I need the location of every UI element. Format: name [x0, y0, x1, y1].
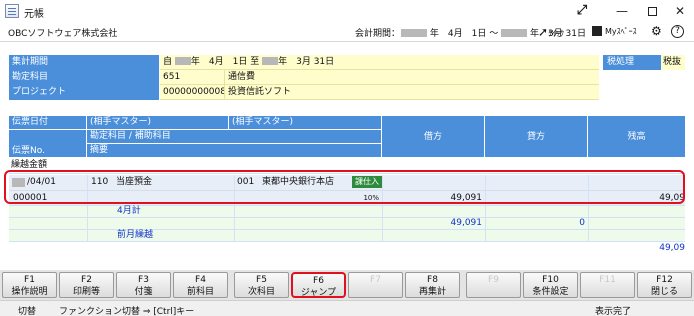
f9-button[interactable]: F9: [466, 272, 521, 298]
aggregation-period-label: 集計期間: [9, 55, 160, 70]
account-label: 勘定科目: [9, 70, 160, 85]
selected-row-highlight: [4, 170, 685, 204]
month-total-debit: 49,091: [450, 218, 483, 228]
row-divider: [9, 241, 685, 242]
myspace-label: Myｽﾍﾟｰｽ: [605, 27, 637, 36]
close-button[interactable]: ✕: [660, 0, 694, 22]
f3-sticky-button[interactable]: F3 付箋: [116, 272, 171, 298]
aggregation-period-value: 自 年 4月 1日 至 年 3月 31日: [160, 55, 599, 70]
quick-label: ｸｲｯｸ: [548, 29, 565, 38]
row-divider: [9, 229, 685, 230]
function-switch-hint: ファンクション切替 ⇒ [Ctrl]キー: [59, 307, 195, 316]
col-header-balance: 残高: [588, 116, 685, 158]
aggregation-from: 年 4月 1日: [190, 57, 248, 67]
f5-next-account-button[interactable]: F5 次科目: [234, 272, 289, 298]
col-header-account-sub: 勘定科目 / 補助科目: [87, 130, 382, 144]
col-header-summary: 摘要: [87, 144, 382, 158]
f10-conditions-button[interactable]: F10 条件設定: [523, 272, 578, 298]
f1-help-button[interactable]: F1 操作説明: [2, 272, 57, 298]
quick-arrow-icon: ➚: [538, 25, 549, 39]
project-row: プロジェクト 00000000008 投資信託ソフト: [9, 85, 685, 100]
quick-button[interactable]: ➚ｸｲｯｸ: [538, 25, 564, 39]
status-bar: 切替 ファンクション切替 ⇒ [Ctrl]キー 表示完了: [0, 300, 694, 316]
f8-recalc-button[interactable]: F8 再集計: [405, 272, 460, 298]
f11-button[interactable]: F11: [580, 272, 635, 298]
ledger-app-icon: [5, 4, 19, 18]
function-switch-button[interactable]: 切替: [18, 304, 36, 316]
col-divider: [87, 206, 88, 241]
project-name: 投資信託ソフト: [224, 85, 599, 100]
f6-jump-button[interactable]: F6 ジャンプ: [291, 272, 346, 298]
f4-prev-account-button[interactable]: F4 前科目: [173, 272, 228, 298]
project-label: プロジェクト: [9, 85, 160, 100]
account-row: 勘定科目 651 通信費: [9, 70, 685, 85]
tax-processing-label: 税処理: [603, 55, 661, 70]
masked-year: [401, 29, 427, 37]
col-divider: [234, 206, 235, 241]
company-name: OBCソフトウェア株式会社: [8, 29, 118, 39]
col-header-debit: 借方: [382, 116, 485, 158]
fiscal-period-from: 年 4月 1日 ～: [429, 29, 499, 39]
fiscal-period-label: 会計期間：: [355, 29, 401, 39]
month-total-label: 4月計: [117, 206, 141, 216]
myspace-icon: [592, 26, 602, 36]
col-header-credit: 貸方: [485, 116, 588, 158]
f2-print-button[interactable]: F2 印刷等: [59, 272, 114, 298]
prev-month-carry-balance: 49,09: [659, 243, 685, 253]
project-code: 00000000008: [160, 85, 226, 100]
masked-year: [501, 29, 528, 37]
myspace-button[interactable]: Myｽﾍﾟｰｽ: [592, 26, 637, 37]
tax-processing-value: 税抜: [661, 55, 685, 70]
help-icon[interactable]: ?: [671, 25, 684, 38]
aggregation-to: 年 3月 31日: [278, 57, 335, 67]
col-header-slip-no: 伝票No.: [9, 130, 87, 158]
title-bar: 元帳 ⤢ — ✕: [0, 0, 694, 22]
maximize-icon: [647, 7, 657, 16]
status-message: 表示完了: [595, 307, 632, 316]
app-header: OBCソフトウェア株式会社 会計期間： 年 4月 1日 ～ 年 3月 31日 ➚…: [0, 22, 694, 42]
condition-panel: 集計期間 自 年 4月 1日 至 年 3月 31日 税処理 税抜 勘定科目 65…: [9, 55, 685, 102]
col-divider: [588, 206, 589, 241]
account-code: 651: [160, 70, 224, 85]
col-header-date: 伝票日付: [9, 116, 87, 130]
aggregation-period-row: 集計期間 自 年 4月 1日 至 年 3月 31日 税処理 税抜: [9, 55, 685, 70]
function-key-bar: F1 操作説明 F2 印刷等 F3 付箋 F4 前科目 F5 次科目 F6 ジャンプ F7 …: [0, 270, 694, 300]
month-total-credit: 0: [579, 218, 585, 228]
from-prefix: 自: [163, 57, 173, 67]
masked-year: [174, 57, 191, 65]
expand-icon[interactable]: ⤢: [562, 0, 602, 22]
f7-button[interactable]: F7: [348, 272, 403, 298]
account-name: 通信費: [224, 70, 599, 85]
gear-icon[interactable]: ⚙: [651, 24, 662, 38]
col-header-partner2: (相手マスター): [229, 116, 382, 130]
to-separator: 至: [250, 57, 260, 67]
col-header-partner1: (相手マスター): [87, 116, 229, 130]
window-title: 元帳: [24, 9, 44, 20]
f12-close-button[interactable]: F12 閉じる: [637, 272, 692, 298]
prev-month-carry-label: 前月繰越: [117, 230, 154, 240]
masked-year: [262, 57, 279, 65]
